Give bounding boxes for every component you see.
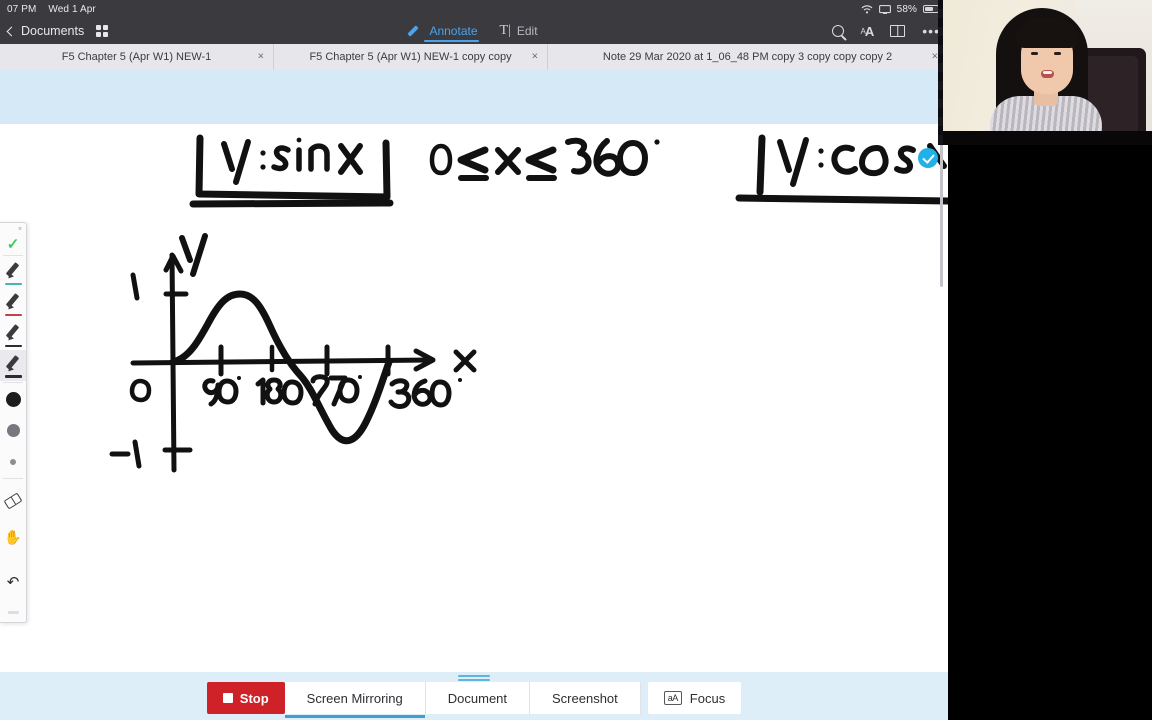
battery-percent-label: 58%	[896, 3, 917, 15]
divider	[3, 382, 23, 383]
focus-button[interactable]: aA Focus	[647, 682, 742, 714]
app-window: 07 PM Wed 1 Apr 58% Documents Annotate T…	[0, 0, 948, 720]
screen: 07 PM Wed 1 Apr 58% Documents Annotate T…	[0, 0, 1152, 720]
stop-button[interactable]: Stop	[206, 682, 285, 714]
tab-label: Note 29 Mar 2020 at 1_06_48 PM copy 3 co…	[602, 51, 893, 63]
pen-tool-black[interactable]	[0, 319, 26, 350]
tab-label: F5 Chapter 5 (Apr W1) NEW-1	[61, 51, 212, 63]
document-canvas[interactable]: × ✓ ✋ ↶	[0, 70, 948, 720]
focus-text-icon: aA	[663, 691, 682, 705]
webcam-left-edge-strip	[938, 0, 943, 145]
reading-view-icon[interactable]	[890, 25, 906, 37]
circle-medium-icon	[6, 424, 20, 437]
stroke-size-small[interactable]	[0, 446, 26, 477]
pen-icon	[3, 260, 24, 286]
annotate-mode-label: Annotate	[429, 23, 478, 38]
circle-small-icon	[10, 458, 16, 465]
webcam-video-overlay[interactable]	[938, 0, 1152, 145]
stop-square-icon	[222, 693, 233, 703]
tab-item-2[interactable]: F5 Chapter 5 (Apr W1) NEW-1 copy copy ×	[274, 44, 549, 70]
tab-item-3[interactable]: Note 29 Mar 2020 at 1_06_48 PM copy 3 co…	[548, 44, 948, 70]
stop-button-label: Stop	[239, 690, 269, 706]
app-toolbar: Documents Annotate T| Edit AA •••	[0, 18, 948, 44]
circle-large-icon	[5, 392, 21, 407]
tab-close-icon[interactable]: ×	[532, 51, 538, 63]
undo-button[interactable]: ↶	[0, 553, 26, 611]
tab-bar: F5 Chapter 5 (Apr W1) NEW-1 × F5 Chapter…	[0, 44, 948, 70]
divider	[3, 255, 23, 256]
eraser-tool[interactable]	[0, 480, 26, 522]
divider	[3, 478, 23, 479]
status-date: Wed 1 Apr	[48, 3, 96, 15]
annotation-tool-palette: × ✓ ✋ ↶	[0, 222, 27, 623]
screen-mirroring-icon	[878, 4, 891, 14]
edit-mode-button[interactable]: T| Edit	[499, 22, 538, 39]
highlighter-icon	[3, 353, 24, 379]
screenshot-label: Screenshot	[552, 690, 618, 706]
undo-arrow-icon: ↶	[6, 574, 20, 591]
webcam-foreground-desk	[938, 131, 1152, 145]
webcam-person-eye-left	[1031, 52, 1038, 55]
pen-tool-teal[interactable]	[0, 257, 26, 288]
focus-button-label: Focus	[689, 690, 726, 706]
webcam-person-eye-right	[1054, 52, 1061, 55]
back-to-documents-button[interactable]: Documents	[6, 24, 85, 38]
search-icon[interactable]	[831, 25, 844, 37]
handwritten-ink-layer	[109, 134, 948, 473]
hand-pan-tool[interactable]: ✋	[0, 522, 26, 553]
screen-mirroring-control-bar: Stop Screen Mirroring Document Screensho…	[0, 672, 948, 720]
check-circle-icon	[918, 148, 938, 168]
battery-icon	[923, 5, 941, 13]
annotate-mode-button[interactable]: Annotate	[410, 23, 479, 42]
status-bar: 07 PM Wed 1 Apr 58%	[0, 0, 948, 18]
mode-switcher: Annotate T| Edit	[0, 22, 948, 42]
stroke-size-medium[interactable]	[0, 415, 26, 446]
webcam-person-mouth	[1041, 70, 1054, 78]
pen-tool-red[interactable]	[0, 288, 26, 319]
document-label: Document	[447, 690, 508, 706]
tab-screenshot[interactable]: Screenshot	[530, 682, 641, 714]
tab-document[interactable]: Document	[425, 682, 531, 714]
pen-icon	[3, 322, 24, 348]
status-clock: 07 PM	[7, 3, 37, 15]
edit-mode-label: Edit	[516, 23, 538, 38]
hand-icon: ✋	[4, 529, 22, 545]
tab-label: F5 Chapter 5 (Apr W1) NEW-1 copy copy	[309, 51, 512, 63]
tab-close-icon[interactable]: ×	[258, 51, 264, 63]
webcam-person-fringe	[1016, 18, 1078, 48]
back-to-documents-label: Documents	[21, 24, 85, 38]
grid-view-icon[interactable]	[96, 25, 109, 37]
text-cursor-icon: T|	[499, 22, 511, 38]
tab-item-1[interactable]: F5 Chapter 5 (Apr W1) NEW-1 ×	[0, 44, 275, 70]
chevron-left-icon	[6, 26, 17, 36]
text-size-icon[interactable]: AA	[861, 24, 875, 39]
pen-icon	[3, 291, 24, 317]
highlighter-tool[interactable]	[0, 350, 26, 381]
tab-screen-mirroring[interactable]: Screen Mirroring	[284, 682, 426, 718]
palette-resize-handle[interactable]	[0, 611, 26, 618]
stroke-size-large[interactable]	[0, 384, 26, 415]
screen-mirroring-label: Screen Mirroring	[306, 690, 403, 706]
pen-icon	[410, 24, 423, 37]
check-icon: ✓	[6, 235, 20, 253]
confirm-check-tool[interactable]: ✓	[0, 223, 26, 254]
eraser-icon	[3, 492, 23, 510]
wifi-icon	[861, 4, 873, 14]
